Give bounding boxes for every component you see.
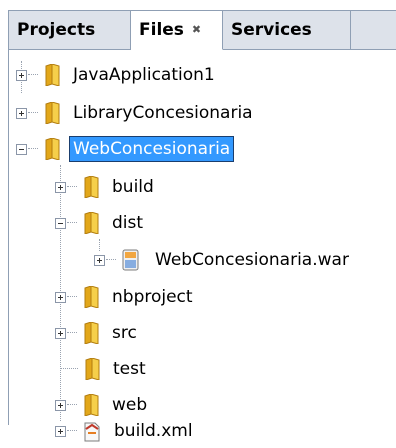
expand-icon[interactable] [94, 254, 105, 266]
collapse-icon[interactable] [16, 143, 27, 155]
tab-projects[interactable]: Projects [9, 11, 131, 49]
tree-node-libraryconcesionaria[interactable]: LibraryConcesionaria [16, 96, 256, 130]
expand-icon[interactable] [16, 107, 27, 119]
xml-file-icon [81, 419, 103, 443]
tree-label: nbproject [112, 287, 193, 307]
tree-label: WebConcesionaria.war [155, 250, 349, 270]
war-file-icon [120, 248, 142, 272]
tab-services[interactable]: Services [223, 11, 351, 49]
folder-icon [81, 176, 101, 198]
tree-node-build-xml[interactable]: build.xml [55, 414, 196, 448]
tab-bar-filler [351, 11, 396, 49]
tree-node-test[interactable]: test [60, 352, 149, 386]
tree-node-src[interactable]: src [55, 316, 140, 350]
tab-files-label: Files [139, 20, 184, 40]
tree-label: test [113, 359, 146, 379]
tree-label: build [112, 177, 154, 197]
tab-bar: Projects Files ✖ Services [9, 11, 396, 50]
tree-node-dist[interactable]: dist [55, 206, 146, 240]
project-folder-icon [42, 138, 62, 160]
expand-icon[interactable] [55, 425, 66, 437]
folder-icon [81, 322, 101, 344]
folder-icon [81, 286, 101, 308]
collapse-icon[interactable] [55, 217, 66, 229]
folder-icon [81, 212, 101, 234]
folder-icon [82, 358, 102, 380]
file-tree: JavaApplication1 LibraryConcesionaria We… [9, 49, 396, 442]
tab-files[interactable]: Files ✖ [131, 11, 223, 50]
expand-icon[interactable] [55, 327, 66, 339]
expand-icon[interactable] [55, 181, 66, 193]
tree-label: build.xml [114, 421, 193, 441]
tree-label-selected: WebConcesionaria [68, 136, 235, 162]
expand-icon[interactable] [55, 399, 66, 411]
tree-node-build[interactable]: build [55, 170, 157, 204]
tree-node-webconcesionaria[interactable]: WebConcesionaria [16, 132, 235, 166]
project-folder-icon [42, 102, 62, 124]
folder-icon [81, 394, 101, 416]
tree-label: LibraryConcesionaria [73, 103, 253, 123]
tree-label: src [112, 323, 137, 343]
files-panel: Projects Files ✖ Services JavaApplication… [8, 10, 396, 442]
expand-icon[interactable] [16, 69, 27, 81]
project-folder-icon [42, 64, 62, 86]
tree-node-nbproject[interactable]: nbproject [55, 280, 196, 314]
tree-node-javaapplication1[interactable]: JavaApplication1 [16, 58, 218, 92]
expand-icon[interactable] [55, 291, 66, 303]
tree-node-war[interactable]: WebConcesionaria.war [94, 243, 352, 277]
close-icon[interactable]: ✖ [192, 23, 201, 36]
tree-label: dist [112, 213, 144, 233]
tree-label: JavaApplication1 [73, 65, 215, 85]
